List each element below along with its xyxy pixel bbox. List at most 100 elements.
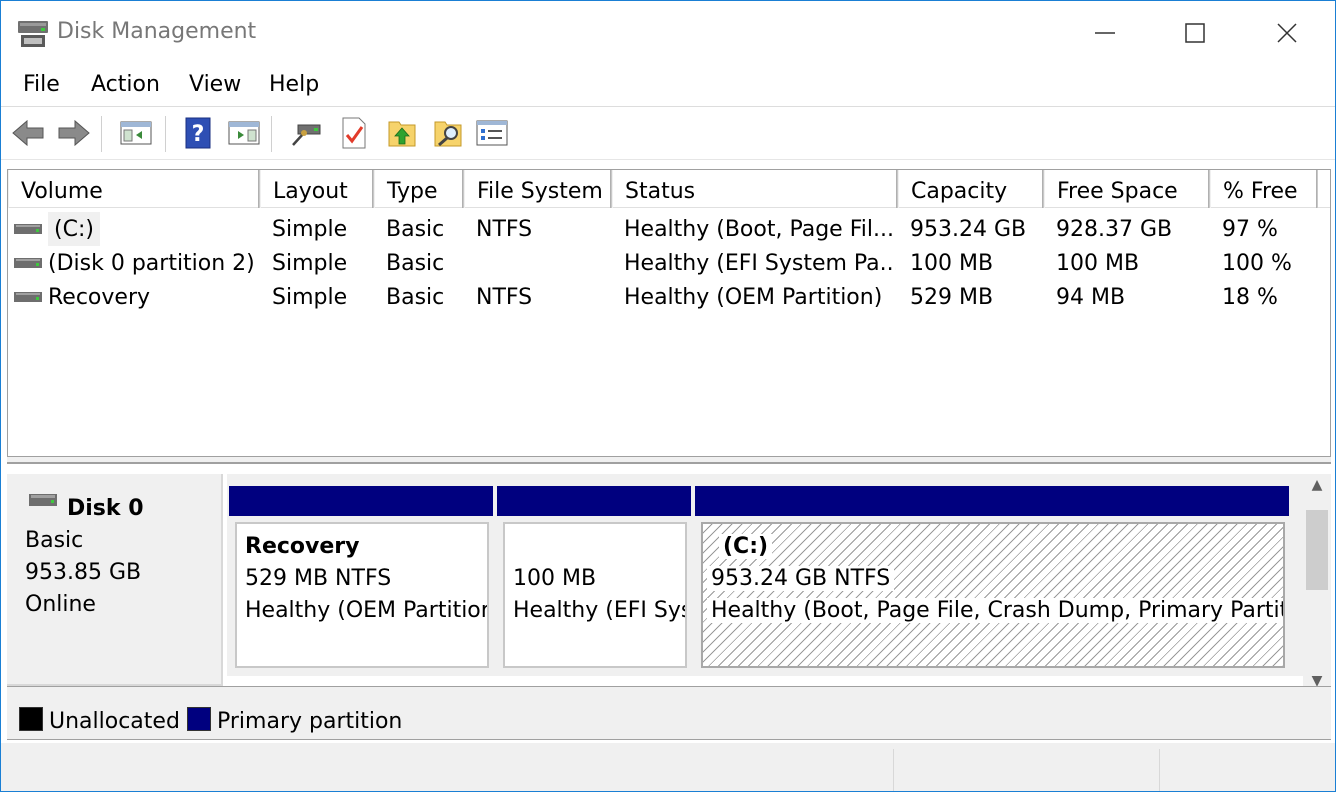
menu-help[interactable]: Help bbox=[269, 72, 319, 97]
cell-free-space: 100 MB bbox=[1056, 251, 1140, 276]
partition-efi[interactable]: 100 MB Healthy (EFI Sys bbox=[495, 486, 693, 674]
volume-row[interactable]: (C:) Simple Basic NTFS Healthy (Boot, Pa… bbox=[8, 212, 1330, 246]
checklist-icon bbox=[342, 117, 366, 149]
partition-body-selected: (C:) 953.24 GB NTFS Healthy (Boot, Page … bbox=[701, 522, 1285, 668]
back-arrow-icon bbox=[12, 119, 44, 147]
cell-volume: (C:) bbox=[48, 212, 100, 246]
status-separator bbox=[1159, 749, 1160, 791]
primary-partition-swatch bbox=[187, 707, 211, 731]
minimize-icon bbox=[1095, 32, 1115, 34]
properties-button[interactable] bbox=[475, 116, 509, 150]
partition-c[interactable]: (C:) 953.24 GB NTFS Healthy (Boot, Page … bbox=[693, 486, 1291, 674]
vertical-scrollbar[interactable]: ▲ ▼ bbox=[1303, 474, 1331, 689]
action-pane-icon bbox=[228, 121, 260, 145]
close-button[interactable] bbox=[1241, 1, 1333, 65]
pane-splitter[interactable] bbox=[7, 457, 1331, 464]
forward-button[interactable] bbox=[57, 116, 91, 150]
legend-unallocated: Unallocated bbox=[49, 709, 180, 734]
cell-free-space: 94 MB bbox=[1056, 285, 1126, 310]
cell-capacity: 100 MB bbox=[910, 251, 994, 276]
status-bar bbox=[1, 743, 1335, 791]
partition-status: Healthy (EFI Sys bbox=[513, 598, 685, 623]
column-volume[interactable]: Volume bbox=[8, 170, 260, 208]
volume-list-header: Volume Layout Type File System Status Ca… bbox=[8, 170, 1330, 208]
column-status[interactable]: Status bbox=[612, 170, 898, 208]
column-type[interactable]: Type bbox=[374, 170, 464, 208]
partition-body: Recovery 529 MB NTFS Healthy (OEM Partit… bbox=[235, 522, 489, 668]
help-button[interactable]: ? bbox=[181, 116, 215, 150]
back-button[interactable] bbox=[11, 116, 45, 150]
cell-pct-free: 97 % bbox=[1222, 217, 1278, 242]
toolbar-separator bbox=[101, 116, 102, 152]
partition-type-bar bbox=[497, 486, 691, 516]
volume-list: Volume Layout Type File System Status Ca… bbox=[7, 169, 1331, 457]
cell-file-system: NTFS bbox=[476, 217, 533, 242]
column-layout[interactable]: Layout bbox=[260, 170, 374, 208]
console-tree-icon bbox=[120, 121, 152, 145]
toolbar: ? bbox=[1, 108, 1335, 160]
maximize-icon bbox=[1185, 23, 1205, 43]
disk-map-panel: Disk 0 Basic 953.85 GB Online Recovery 5… bbox=[7, 464, 1331, 689]
column-pct-free[interactable]: % Free bbox=[1210, 170, 1318, 208]
partition-recovery[interactable]: Recovery 529 MB NTFS Healthy (OEM Partit… bbox=[227, 486, 495, 674]
scroll-thumb[interactable] bbox=[1306, 510, 1328, 590]
cell-type: Basic bbox=[386, 285, 445, 310]
partition-type-bar bbox=[695, 486, 1289, 516]
partition-status: Healthy (OEM Partitior bbox=[245, 598, 487, 623]
partition-body: 100 MB Healthy (EFI Sys bbox=[503, 522, 687, 668]
up-folder-icon bbox=[388, 121, 416, 147]
partition-map: Recovery 529 MB NTFS Healthy (OEM Partit… bbox=[227, 474, 1303, 676]
connect-disk-icon bbox=[292, 124, 321, 146]
menu-action[interactable]: Action bbox=[91, 72, 160, 97]
volume-row[interactable]: (Disk 0 partition 2) Simple Basic Health… bbox=[8, 246, 1330, 280]
drive-icon bbox=[14, 258, 42, 268]
disk-type: Basic bbox=[25, 528, 84, 553]
connect-button[interactable] bbox=[289, 116, 323, 150]
show-hide-action-pane-button[interactable] bbox=[227, 116, 261, 150]
checklist-button[interactable] bbox=[337, 116, 371, 150]
properties-icon bbox=[476, 120, 508, 146]
title-bar[interactable]: Disk Management bbox=[1, 1, 1335, 65]
status-separator bbox=[893, 749, 894, 791]
menu-view[interactable]: View bbox=[189, 72, 241, 97]
up-one-level-button[interactable] bbox=[385, 116, 419, 150]
column-capacity[interactable]: Capacity bbox=[898, 170, 1044, 208]
cell-volume: Recovery bbox=[48, 285, 151, 310]
column-free-space[interactable]: Free Space bbox=[1044, 170, 1210, 208]
cell-capacity: 529 MB bbox=[910, 285, 994, 310]
disk-0-label[interactable]: Disk 0 Basic 953.85 GB Online bbox=[7, 474, 223, 686]
maximize-button[interactable] bbox=[1149, 1, 1241, 65]
cell-pct-free: 100 % bbox=[1222, 251, 1292, 276]
scroll-up-arrow-icon[interactable]: ▲ bbox=[1303, 474, 1331, 496]
close-icon bbox=[1277, 23, 1297, 43]
show-hide-console-tree-button[interactable] bbox=[119, 116, 153, 150]
cell-layout: Simple bbox=[272, 285, 348, 310]
cell-layout: Simple bbox=[272, 217, 348, 242]
cell-status: Healthy (Boot, Page Fil... bbox=[624, 217, 894, 242]
cell-type: Basic bbox=[386, 251, 445, 276]
search-button[interactable] bbox=[431, 116, 465, 150]
menu-file[interactable]: File bbox=[23, 72, 60, 97]
minimize-button[interactable] bbox=[1059, 1, 1151, 65]
partition-status: Healthy (Boot, Page File, Crash Dump, Pr… bbox=[707, 598, 1283, 623]
search-folder-icon bbox=[434, 121, 462, 147]
toolbar-separator bbox=[271, 116, 272, 152]
legend-primary-partition: Primary partition bbox=[217, 709, 403, 734]
drive-icon bbox=[14, 224, 42, 234]
svg-text:?: ? bbox=[192, 122, 205, 147]
help-icon: ? bbox=[185, 117, 211, 149]
partition-size: 100 MB bbox=[513, 566, 597, 591]
unallocated-swatch bbox=[19, 707, 43, 731]
disk-size: 953.85 GB bbox=[25, 560, 142, 585]
cell-volume: (Disk 0 partition 2) bbox=[48, 251, 255, 276]
disk-management-window: Disk Management File Action View Help ? bbox=[0, 0, 1336, 792]
partition-size: 953.24 GB NTFS bbox=[707, 566, 895, 591]
menu-bar: File Action View Help bbox=[1, 65, 1335, 107]
cell-status: Healthy (EFI System Pa... bbox=[624, 251, 896, 276]
window-title: Disk Management bbox=[57, 19, 257, 44]
drive-icon bbox=[29, 494, 57, 506]
disk-name: Disk 0 bbox=[67, 496, 144, 521]
cell-layout: Simple bbox=[272, 251, 348, 276]
column-file-system[interactable]: File System bbox=[464, 170, 612, 208]
volume-row[interactable]: Recovery Simple Basic NTFS Healthy (OEM … bbox=[8, 280, 1330, 314]
